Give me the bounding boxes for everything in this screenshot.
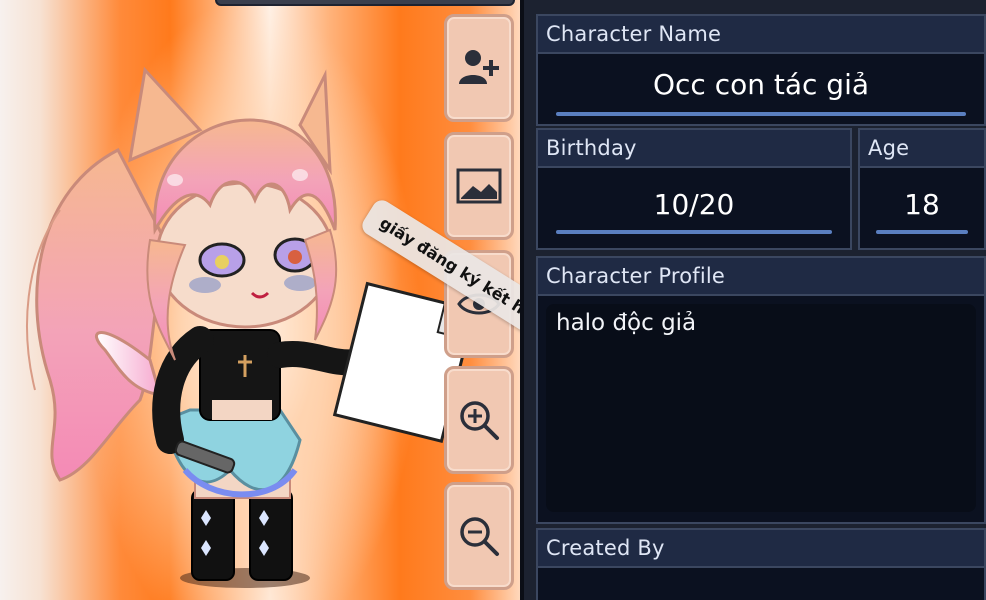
zoom-in-icon	[460, 401, 499, 440]
add-user-icon	[459, 50, 499, 84]
profile-field-box: Character Profile halo độc giả	[536, 256, 986, 524]
birthday-underline	[556, 230, 832, 234]
age-header: Age	[860, 130, 984, 168]
name-input[interactable]: Occ con tác giả	[538, 68, 984, 101]
birthday-input[interactable]: 10/20	[538, 188, 850, 221]
name-underline	[556, 112, 966, 116]
name-header: Character Name	[538, 16, 984, 54]
created-by-field-box: Created By	[536, 528, 986, 600]
zoom-out-icon	[460, 517, 499, 556]
age-input[interactable]: 18	[860, 188, 984, 221]
background-image-button[interactable]	[444, 132, 514, 240]
character-info-panel: Character Name Occ con tác giả Birthday …	[520, 0, 986, 600]
character-illustration	[26, 66, 476, 588]
profile-header: Character Profile	[538, 258, 984, 296]
add-character-button[interactable]	[444, 14, 514, 122]
birthday-header: Birthday	[538, 130, 850, 168]
created-by-header: Created By	[538, 530, 984, 568]
name-field-box: Character Name Occ con tác giả	[536, 14, 986, 126]
birthday-field-box: Birthday 10/20	[536, 128, 852, 250]
profile-text: halo độc giả	[556, 310, 697, 336]
age-field-box: Age 18	[858, 128, 986, 250]
zoom-out-button[interactable]	[444, 482, 514, 590]
character-stage[interactable]: giấy đăng ký kết hôn	[0, 0, 520, 600]
age-underline	[876, 230, 968, 234]
image-icon	[456, 168, 502, 204]
zoom-in-button[interactable]	[444, 366, 514, 474]
profile-textarea[interactable]: halo độc giả	[546, 304, 976, 512]
